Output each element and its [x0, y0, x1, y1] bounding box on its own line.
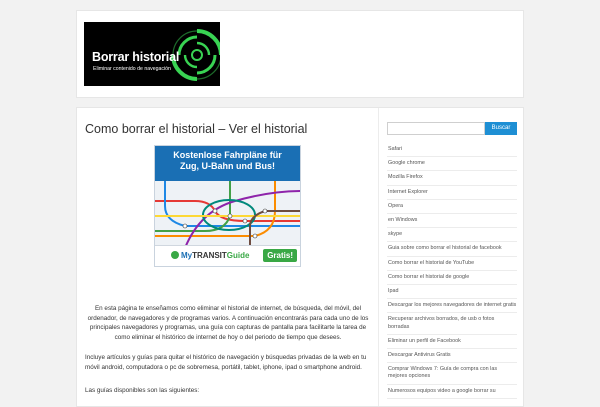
sidebar-item[interactable]: Eliminar un perfil de Facebook	[387, 335, 517, 350]
article-paragraph: En esta página te enseñamos como elimina…	[87, 305, 369, 341]
content-area: Como borrar el historial – Ver el histor…	[76, 107, 524, 407]
ad-cta-button[interactable]: Gratis!	[263, 249, 297, 262]
ad-brand-my: My	[181, 251, 193, 260]
ad-brand: MyTRANSITGuide	[171, 251, 249, 260]
sidebar-item[interactable]: Comprar Windows 7: Guía de compra con la…	[387, 363, 517, 385]
ad-headline: Kostenlose Fahrpläne für Zug, U-Bahn und…	[155, 146, 300, 181]
sidebar-item[interactable]: Descargar Antivirus Gratis	[387, 349, 517, 364]
sidebar-item[interactable]: Numerosos equipos video a google borrar …	[387, 385, 517, 399]
ad-brand-guide: Guide	[226, 251, 250, 260]
sidebar-item[interactable]: Internet Explorer	[387, 186, 517, 200]
search-button[interactable]: Buscar	[485, 122, 517, 135]
sidebar-item[interactable]: Recuperar archivos borrados, de usb o fo…	[387, 313, 517, 335]
ad-brand-dot-icon	[171, 251, 179, 259]
sidebar-item[interactable]: Como borrar el historial de YouTube	[387, 257, 517, 271]
ad-headline-line-2: Zug, U-Bahn und Bus!	[180, 161, 275, 171]
sidebar-item[interactable]: skype	[387, 228, 517, 243]
site-logo[interactable]: Borrar historial Eliminar contenido de n…	[84, 22, 220, 86]
logo-title: Borrar historial	[92, 50, 180, 64]
sidebar-item[interactable]: en Windows	[387, 214, 517, 229]
ad-banner[interactable]: Kostenlose Fahrpläne für Zug, U-Bahn und…	[154, 145, 301, 267]
sidebar-item[interactable]: Como borrar el historial de google	[387, 271, 517, 286]
sidebar-item[interactable]: Mozilla Firefox	[387, 171, 517, 186]
sidebar-item[interactable]: Guia sobre como borrar el historial de f…	[387, 242, 517, 257]
sidebar-item[interactable]: Opera	[387, 200, 517, 215]
article-paragraph: Las guías disponibles son las siguientes…	[85, 387, 200, 394]
sidebar-item[interactable]: Safari	[387, 143, 517, 158]
transit-map-icon	[155, 181, 300, 248]
article-paragraph: Incluye artículos y guías para quitar el…	[85, 354, 367, 371]
main-column: Como borrar el historial – Ver el histor…	[77, 108, 379, 406]
ad-headline-line-1: Kostenlose Fahrpläne für	[173, 150, 282, 160]
search-input[interactable]	[387, 122, 485, 135]
sidebar-list: Safari Google chrome Mozilla Firefox Int…	[387, 143, 517, 399]
sidebar-item[interactable]: Ipad	[387, 285, 517, 300]
site-header: Borrar historial Eliminar contenido de n…	[76, 10, 524, 98]
ad-footer: MyTRANSITGuide Gratis!	[155, 245, 300, 266]
ad-brand-transit: TRANSIT	[192, 251, 227, 260]
sidebar: Buscar Safari Google chrome Mozilla Fire…	[379, 108, 523, 406]
sidebar-item[interactable]: Google chrome	[387, 157, 517, 172]
page-title: Como borrar el historial – Ver el histor…	[85, 122, 308, 136]
sidebar-item[interactable]: Descargar los mejores navegadores de int…	[387, 299, 517, 314]
logo-tagline: Eliminar contenido de navegación	[93, 66, 171, 72]
